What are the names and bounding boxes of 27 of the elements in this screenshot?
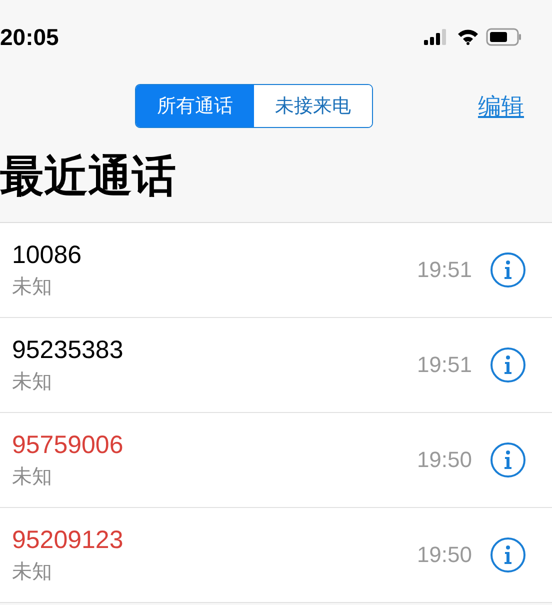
info-icon[interactable]: [490, 537, 526, 573]
caller-label: 未知: [12, 368, 53, 395]
page-title: 最近通话: [0, 150, 177, 204]
call-time: 19:51: [416, 352, 472, 378]
caller-label: 未知: [12, 463, 53, 490]
info-icon[interactable]: [490, 252, 526, 288]
phone-number: 95759006: [12, 430, 124, 461]
phone-number: 95235383: [12, 335, 124, 366]
call-row[interactable]: 95209123 未知 19:50: [0, 508, 552, 603]
call-row[interactable]: 95235383 未知 19:51: [0, 318, 552, 413]
segment-tab[interactable]: 未接来电: [254, 85, 372, 127]
info-icon[interactable]: [490, 442, 526, 478]
info-icon[interactable]: [490, 347, 526, 383]
call-row[interactable]: 10086 未知 19:51: [0, 223, 552, 318]
call-row[interactable]: 95759006 未知 19:50: [0, 413, 552, 508]
phone-number: 10086: [12, 240, 83, 271]
edit-link[interactable]: 编辑: [478, 90, 524, 122]
call-time: 19:50: [416, 542, 472, 568]
wifi-icon: [457, 29, 479, 45]
call-time: 19:51: [416, 257, 472, 283]
segment-tab[interactable]: 所有通话: [136, 85, 254, 127]
phone-number: 95209123: [12, 525, 124, 556]
caller-label: 未知: [12, 558, 53, 585]
call-time: 19:50: [416, 447, 472, 473]
caller-label: 未知: [12, 273, 53, 300]
status-time: 20:05: [0, 24, 59, 50]
battery-icon: [486, 28, 522, 46]
